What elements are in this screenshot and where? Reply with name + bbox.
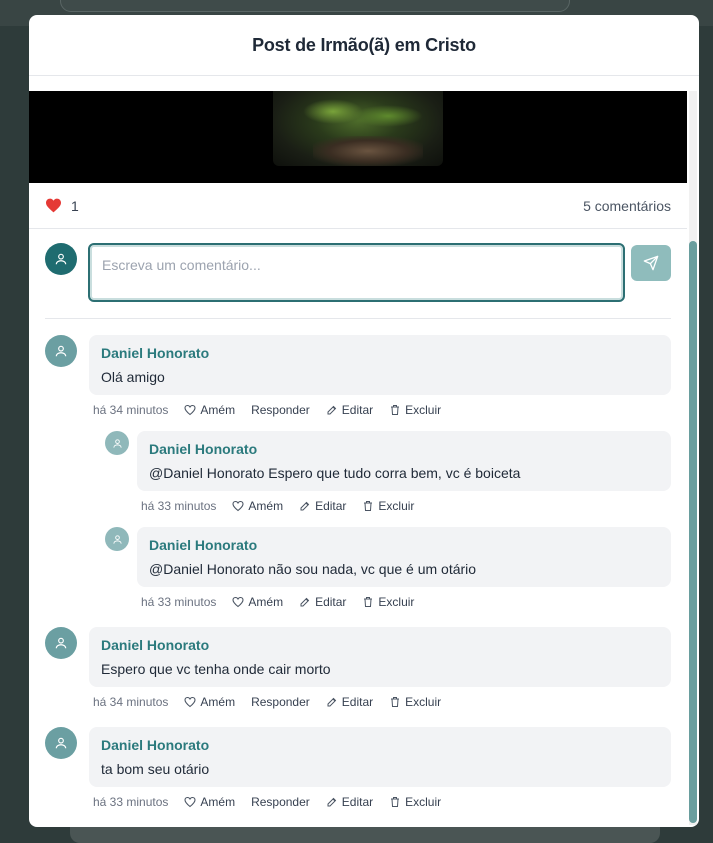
comment-actions: há 34 minutos Amém Responder Editar Excl… — [93, 403, 457, 417]
user-icon — [112, 438, 122, 448]
comment-bubble: Daniel Honorato ta bom seu otário — [89, 727, 671, 787]
comment-text: ta bom seu otário — [101, 761, 210, 777]
comment-actions: há 34 minutos Amém Responder Editar Excl… — [93, 695, 457, 709]
amen-button[interactable]: Amém — [184, 695, 235, 709]
modal-title: Post de Irmão(ã) em Cristo — [252, 34, 476, 55]
user-icon — [55, 737, 67, 749]
heart-outline-icon — [232, 500, 244, 512]
trash-icon — [364, 501, 373, 511]
amen-button[interactable]: Amém — [184, 795, 235, 809]
heart-outline-icon — [184, 696, 196, 708]
comment-bubble: Daniel Honorato Olá amigo — [89, 335, 671, 395]
post-modal: Post de Irmão(ã) em Cristo 1 5 comentári… — [29, 15, 699, 827]
user-icon — [55, 253, 67, 265]
edit-icon — [327, 405, 336, 415]
comment-text: Espero que vc tenha onde cair morto — [101, 661, 331, 677]
reply-item: Daniel Honorato @Daniel Honorato Espero … — [105, 431, 671, 523]
edit-icon — [327, 797, 336, 807]
comment-author[interactable]: Daniel Honorato — [101, 345, 659, 361]
comment-time: há 34 minutos — [93, 403, 169, 417]
comment-text: Olá amigo — [101, 369, 165, 385]
amen-button[interactable]: Amém — [232, 499, 283, 513]
modal-body: 1 5 comentários Escreva um comentário...… — [29, 77, 699, 827]
reply-button[interactable]: Responder — [251, 695, 310, 709]
avatar — [105, 527, 129, 551]
comment-text: @Daniel Honorato não sou nada, vc que é … — [149, 561, 477, 577]
delete-button[interactable]: Excluir — [362, 595, 414, 609]
delete-button[interactable]: Excluir — [389, 795, 441, 809]
comment-author[interactable]: Daniel Honorato — [101, 637, 659, 653]
comment-item: Daniel Honorato Olá amigo há 34 minutos … — [45, 335, 671, 427]
avatar — [45, 243, 77, 275]
avatar — [105, 431, 129, 455]
post-media — [29, 91, 687, 183]
comment-time: há 33 minutos — [141, 499, 217, 513]
amen-button[interactable]: Amém — [184, 403, 235, 417]
comment-item: Daniel Honorato Espero que vc tenha onde… — [45, 627, 671, 719]
comment-actions: há 33 minutos Amém Editar Excluir — [141, 499, 430, 513]
heart-outline-icon — [184, 404, 196, 416]
user-icon — [55, 345, 67, 357]
send-icon — [643, 255, 659, 271]
heart-outline-icon — [184, 796, 196, 808]
edit-button[interactable]: Editar — [326, 695, 373, 709]
edit-button[interactable]: Editar — [299, 595, 346, 609]
likes-count: 1 — [71, 197, 79, 214]
comment-time: há 33 minutos — [141, 595, 217, 609]
send-button[interactable] — [631, 245, 671, 281]
edit-button[interactable]: Editar — [326, 403, 373, 417]
user-icon — [112, 534, 122, 544]
user-icon — [55, 637, 67, 649]
like-button[interactable]: 1 — [45, 198, 79, 214]
edit-icon — [300, 501, 310, 511]
comment-author[interactable]: Daniel Honorato — [149, 537, 659, 553]
comment-author[interactable]: Daniel Honorato — [101, 737, 659, 753]
amen-button[interactable]: Amém — [232, 595, 283, 609]
avatar — [45, 335, 77, 367]
comment-bubble: Daniel Honorato Espero que vc tenha onde… — [89, 627, 671, 687]
edit-button[interactable]: Editar — [326, 795, 373, 809]
reply-button[interactable]: Responder — [251, 403, 310, 417]
edit-button[interactable]: Editar — [299, 499, 346, 513]
comment-text: @Daniel Honorato Espero que tudo corra b… — [149, 465, 521, 481]
delete-button[interactable]: Excluir — [389, 403, 441, 417]
comment-actions: há 33 minutos Amém Responder Editar Excl… — [93, 795, 457, 809]
comment-time: há 34 minutos — [93, 695, 169, 709]
trash-icon — [391, 697, 400, 707]
comment-author[interactable]: Daniel Honorato — [149, 441, 659, 457]
edit-icon — [327, 697, 336, 707]
trash-icon — [391, 797, 400, 807]
delete-button[interactable]: Excluir — [362, 499, 414, 513]
comments-count: 5 comentários — [583, 197, 671, 214]
comment-time: há 33 minutos — [93, 795, 169, 809]
comment-input[interactable]: Escreva um comentário... — [88, 243, 625, 302]
comment-item: Daniel Honorato ta bom seu otário há 33 … — [45, 727, 671, 819]
edit-icon — [300, 597, 310, 607]
comment-bubble: Daniel Honorato @Daniel Honorato Espero … — [137, 431, 671, 491]
trash-icon — [364, 597, 373, 607]
post-stats: 1 5 comentários — [29, 183, 687, 229]
avatar — [45, 627, 77, 659]
avatar — [45, 727, 77, 759]
reply-button[interactable]: Responder — [251, 795, 310, 809]
comment-actions: há 33 minutos Amém Editar Excluir — [141, 595, 430, 609]
reply-item: Daniel Honorato @Daniel Honorato não sou… — [105, 527, 671, 619]
modal-header: Post de Irmão(ã) em Cristo — [29, 15, 699, 76]
heart-icon — [46, 198, 61, 213]
delete-button[interactable]: Excluir — [389, 695, 441, 709]
trash-icon — [391, 405, 400, 415]
comment-composer: Escreva um comentário... — [45, 243, 671, 319]
comment-bubble: Daniel Honorato @Daniel Honorato não sou… — [137, 527, 671, 587]
post-image[interactable] — [273, 91, 443, 166]
heart-outline-icon — [232, 596, 244, 608]
backdrop-search-bar — [60, 0, 570, 12]
